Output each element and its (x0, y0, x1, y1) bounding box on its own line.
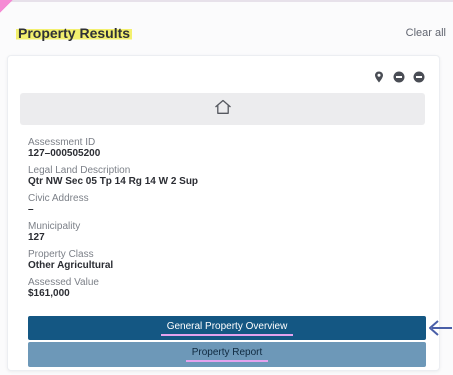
property-result-card: Assessment ID 127–000505200 Legal Land D… (7, 55, 440, 371)
general-property-overview-button[interactable]: General Property Overview (28, 316, 426, 340)
results-header: Property Results Clear all (16, 24, 446, 44)
field-value: Other Agricultural (28, 260, 114, 271)
field-value: 127 (28, 232, 45, 243)
field-assessment-id: Assessment ID 127–000505200 (28, 137, 418, 159)
button-label: Property Report (185, 347, 269, 362)
clear-all-link[interactable]: Clear all (406, 26, 446, 40)
minus-circle-icon[interactable] (413, 71, 425, 83)
field-label: Property Class (28, 249, 94, 260)
page-title: Property Results (16, 24, 133, 42)
field-civic-address: Civic Address – (28, 193, 418, 215)
field-value: Qtr NW Sec 05 Tp 14 Rg 14 W 2 Sup (28, 176, 199, 187)
property-report-button[interactable]: Property Report (28, 342, 426, 367)
field-label: Assessment ID (28, 137, 96, 148)
card-action-icons (373, 70, 425, 84)
top-border (0, 0, 453, 2)
field-assessed-value: Assessed Value $161,000 (28, 277, 418, 299)
field-label: Assessed Value (28, 277, 99, 288)
pointer-arrow-icon (429, 320, 452, 336)
field-label: Civic Address (28, 193, 89, 204)
field-municipality: Municipality 127 (28, 221, 418, 243)
property-image-placeholder (20, 93, 425, 125)
field-property-class: Property Class Other Agricultural (28, 249, 418, 271)
button-label: General Property Overview (160, 321, 294, 336)
field-label: Legal Land Description (28, 165, 131, 176)
field-value: $161,000 (28, 288, 70, 299)
field-value: 127–000505200 (28, 148, 101, 159)
home-icon (214, 99, 232, 120)
field-legal-land-description: Legal Land Description Qtr NW Sec 05 Tp … (28, 165, 418, 187)
corner-accent (0, 0, 14, 14)
field-value: – (28, 204, 34, 215)
property-details: Assessment ID 127–000505200 Legal Land D… (28, 137, 418, 305)
minus-circle-icon[interactable] (393, 71, 405, 83)
map-pin-icon[interactable] (373, 71, 385, 83)
field-label: Municipality (28, 221, 81, 232)
